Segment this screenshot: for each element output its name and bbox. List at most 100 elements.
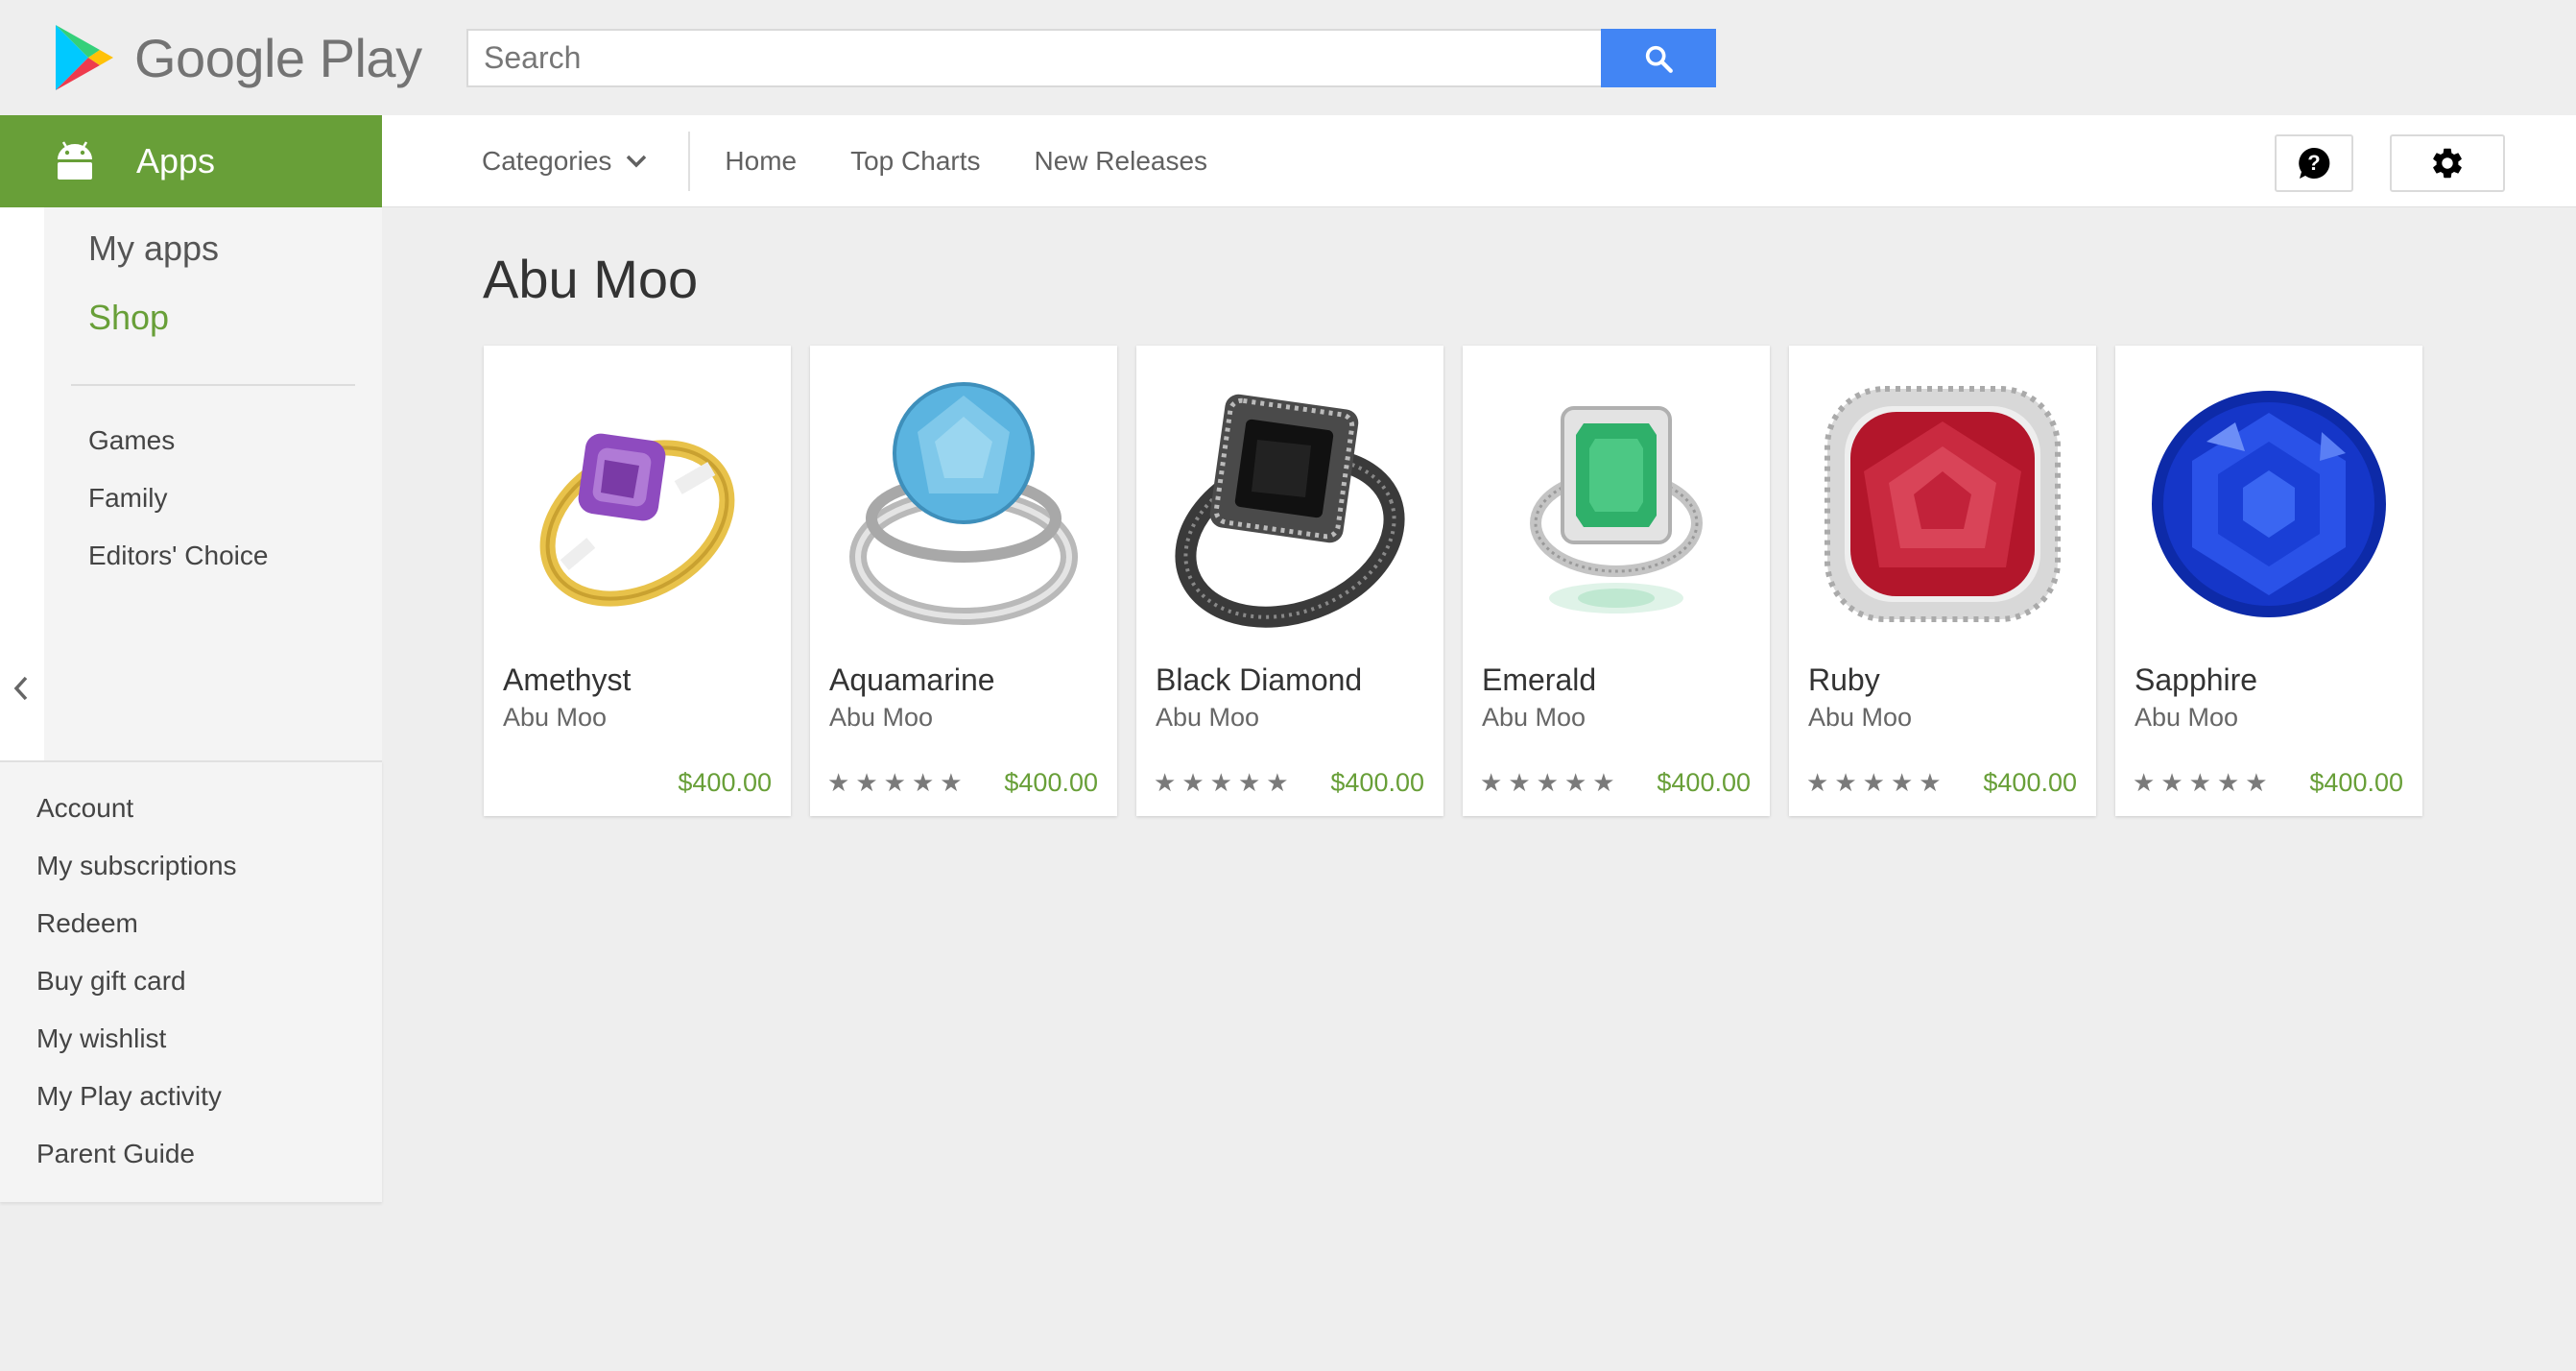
- app-card[interactable]: Sapphire Abu Moo ★ ★ ★ ★ ★ $400.00: [2115, 346, 2422, 816]
- card-price: $400.00: [2309, 768, 2403, 797]
- apps-tab[interactable]: Apps: [0, 115, 382, 207]
- menu-item-buy-gift-card[interactable]: Buy gift card: [36, 966, 186, 997]
- menu-item-play-activity[interactable]: My Play activity: [36, 1081, 222, 1112]
- ruby-ring-image: [1825, 386, 2061, 622]
- star-icon: ★: [2245, 768, 2268, 797]
- search-icon: [1645, 45, 1673, 73]
- card-image[interactable]: [1136, 346, 1443, 662]
- chevron-down-icon: [627, 155, 647, 168]
- card-title[interactable]: Black Diamond: [1156, 662, 1362, 698]
- card-image[interactable]: [1463, 346, 1770, 662]
- card-developer[interactable]: Abu Moo: [2135, 703, 2238, 733]
- card-image[interactable]: [2115, 346, 2422, 662]
- card-title[interactable]: Ruby: [1808, 662, 1880, 698]
- sidebar-item-games[interactable]: Games: [88, 425, 175, 456]
- star-icon: ★: [2133, 768, 2156, 797]
- star-icon: ★: [1890, 768, 1914, 797]
- star-icon: ★: [855, 768, 878, 797]
- card-image[interactable]: [484, 346, 791, 662]
- card-developer[interactable]: Abu Moo: [829, 703, 933, 733]
- star-icon: ★: [940, 768, 963, 797]
- menu-item-subscriptions[interactable]: My subscriptions: [36, 851, 237, 881]
- menu-item-parent-guide[interactable]: Parent Guide: [36, 1139, 195, 1169]
- star-icon: ★: [1480, 768, 1503, 797]
- star-rating: ★ ★ ★ ★ ★: [1806, 770, 1942, 795]
- search-button[interactable]: [1601, 29, 1716, 87]
- star-icon: ★: [1862, 768, 1885, 797]
- star-icon: ★: [2216, 768, 2240, 797]
- card-title[interactable]: Aquamarine: [829, 662, 995, 698]
- card-developer[interactable]: Abu Moo: [1156, 703, 1259, 733]
- card-image[interactable]: [810, 346, 1117, 662]
- card-developer[interactable]: Abu Moo: [503, 703, 607, 733]
- google-play-logo[interactable]: Google Play: [52, 21, 422, 94]
- card-title[interactable]: Emerald: [1482, 662, 1596, 698]
- amethyst-ring-image: [539, 433, 735, 607]
- help-button[interactable]: ?: [2275, 134, 2353, 192]
- header: Google Play: [0, 0, 2576, 115]
- nav-link-top-charts[interactable]: Top Charts: [850, 146, 980, 177]
- app-card[interactable]: Emerald Abu Moo ★ ★ ★ ★ ★ $400.00: [1463, 346, 1770, 816]
- card-price: $400.00: [678, 768, 772, 797]
- sidebar-collapse-strip[interactable]: [0, 207, 44, 760]
- menu-item-wishlist[interactable]: My wishlist: [36, 1023, 166, 1054]
- star-rating: ★ ★ ★ ★ ★: [1480, 770, 1615, 795]
- sidebar-item-family[interactable]: Family: [88, 483, 167, 514]
- app-card[interactable]: Aquamarine Abu Moo ★ ★ ★ ★ ★ $400.00: [810, 346, 1117, 816]
- star-icon: ★: [1919, 768, 1942, 797]
- star-icon: ★: [1834, 768, 1857, 797]
- search-bar: [466, 29, 1716, 87]
- help-icon: ?: [2299, 147, 2330, 179]
- app-card[interactable]: Ruby Abu Moo ★ ★ ★ ★ ★ $400.00: [1789, 346, 2096, 816]
- nav-link-home[interactable]: Home: [725, 146, 797, 177]
- android-icon: [58, 141, 92, 180]
- nav-divider: [688, 132, 691, 191]
- star-icon: ★: [1154, 768, 1177, 797]
- categories-label: Categories: [482, 146, 612, 176]
- star-icon: ★: [1508, 768, 1531, 797]
- emerald-ring-image: [1530, 406, 1703, 613]
- sidebar: [0, 207, 382, 760]
- card-developer[interactable]: Abu Moo: [1482, 703, 1586, 733]
- search-input[interactable]: [466, 29, 1601, 87]
- star-icon: ★: [1266, 768, 1289, 797]
- star-icon: ★: [2160, 768, 2183, 797]
- chevron-left-icon: [13, 676, 28, 701]
- card-title[interactable]: Amethyst: [503, 662, 631, 698]
- menu-item-account[interactable]: Account: [36, 793, 133, 824]
- gear-icon: [2433, 148, 2462, 179]
- aquamarine-ring-image: [849, 382, 1078, 625]
- account-menu: Account My subscriptions Redeem Buy gift…: [0, 760, 382, 1202]
- app-card[interactable]: Amethyst Abu Moo $400.00: [484, 346, 791, 816]
- card-title[interactable]: Sapphire: [2135, 662, 2257, 698]
- page-title: Abu Moo: [483, 249, 699, 309]
- nav-link-new-releases[interactable]: New Releases: [1035, 146, 1208, 177]
- play-logo-icon: [56, 25, 113, 90]
- sidebar-divider: [71, 384, 355, 386]
- apps-tab-label: Apps: [136, 141, 216, 180]
- sidebar-item-shop[interactable]: Shop: [88, 298, 169, 338]
- card-price: $400.00: [1657, 768, 1751, 797]
- sapphire-gem-image: [2152, 391, 2386, 617]
- logo-text: Google Play: [134, 27, 422, 88]
- menu-item-redeem[interactable]: Redeem: [36, 908, 138, 939]
- settings-button[interactable]: [2390, 134, 2505, 192]
- card-developer[interactable]: Abu Moo: [1808, 703, 1912, 733]
- card-price: $400.00: [1330, 768, 1424, 797]
- star-icon: ★: [1806, 768, 1829, 797]
- app-card[interactable]: Black Diamond Abu Moo ★ ★ ★ ★ ★ $400.00: [1136, 346, 1443, 816]
- top-nav: Apps Categories Home Top Charts New Rele…: [0, 115, 2576, 207]
- svg-text:?: ?: [2307, 151, 2320, 175]
- star-rating: ★ ★ ★ ★ ★: [1154, 770, 1289, 795]
- sidebar-item-my-apps[interactable]: My apps: [88, 228, 219, 269]
- card-image[interactable]: [1789, 346, 2096, 662]
- card-price: $400.00: [1004, 768, 1098, 797]
- star-icon: ★: [911, 768, 935, 797]
- star-icon: ★: [1237, 768, 1261, 797]
- categories-dropdown[interactable]: Categories: [482, 146, 648, 177]
- star-icon: ★: [1181, 768, 1205, 797]
- star-icon: ★: [2188, 768, 2211, 797]
- star-icon: ★: [883, 768, 906, 797]
- sidebar-item-editors-choice[interactable]: Editors' Choice: [88, 541, 268, 571]
- card-price: $400.00: [1983, 768, 2077, 797]
